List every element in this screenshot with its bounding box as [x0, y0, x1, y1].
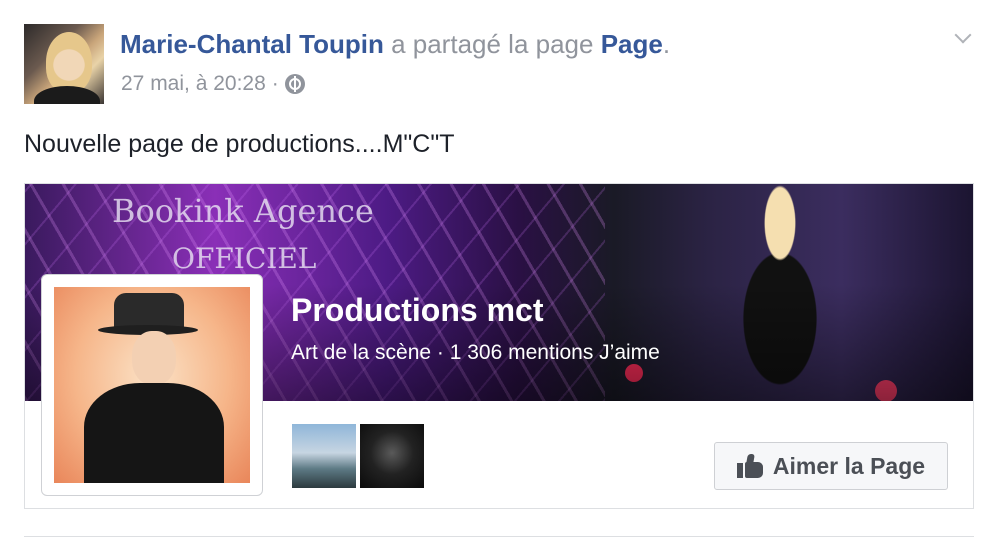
post-timestamp-link[interactable]: 27 mai, à 20:28 — [121, 72, 266, 96]
profile-body — [84, 383, 224, 483]
friend-thumbnail[interactable] — [292, 424, 356, 488]
shared-action-text: a partagé la page — [383, 29, 601, 59]
header-period: . — [662, 29, 671, 59]
thumbs-up-icon — [736, 454, 763, 478]
globe-icon[interactable] — [284, 74, 305, 94]
shared-page-link[interactable]: Page — [601, 29, 663, 59]
page-profile-picture-frame[interactable] — [41, 274, 263, 496]
avatar-shoulder — [34, 86, 100, 104]
author-avatar[interactable] — [24, 24, 104, 104]
post-text: Nouvelle page de productions....M"C"T — [24, 130, 455, 158]
cover-agency-text: Bookink Agence — [112, 192, 374, 230]
avatar-hair — [46, 32, 92, 92]
like-page-label: Aimer la Page — [772, 452, 926, 479]
chevron-down-icon[interactable] — [955, 29, 971, 45]
page-category-likes: Art de la scène · 1 306 mentions J’aime — [291, 341, 660, 364]
friend-thumbnail[interactable] — [360, 424, 424, 488]
post-meta: 27 mai, à 20:28 · — [121, 72, 305, 96]
shared-page-card[interactable]: Bookink Agence OFFICIEL Productions mct … — [24, 183, 974, 509]
cover-official-text: OFFICIEL — [172, 242, 317, 275]
page-profile-picture — [54, 287, 250, 483]
page-name-link[interactable]: Productions mct — [291, 292, 543, 329]
post-divider — [24, 536, 974, 537]
author-name-link[interactable]: Marie-Chantal Toupin — [120, 29, 384, 59]
post-header: Marie-Chantal Toupin a partagé la page P… — [120, 29, 670, 60]
like-page-button[interactable]: Aimer la Page — [714, 442, 948, 490]
profile-face — [132, 331, 176, 385]
meta-separator: · — [271, 72, 279, 95]
